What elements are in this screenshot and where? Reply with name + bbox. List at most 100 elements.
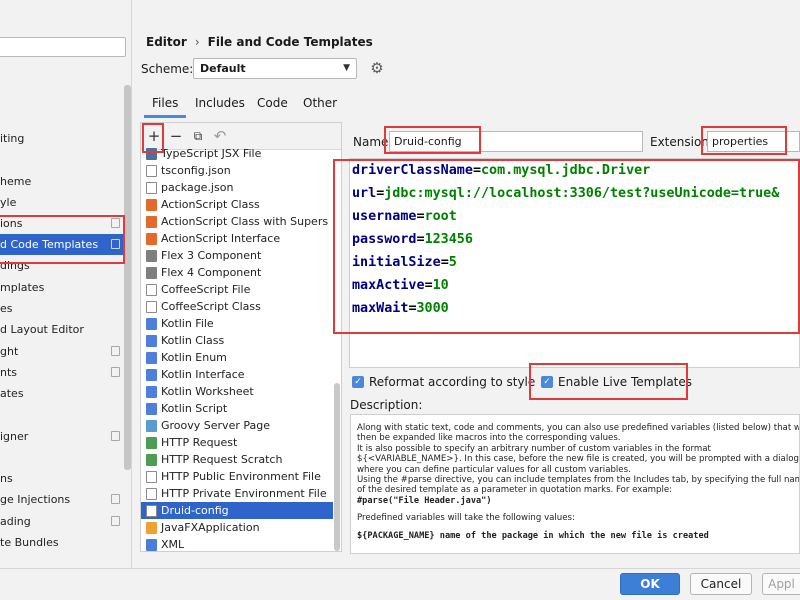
list-item[interactable]: Kotlin Interface	[141, 366, 333, 383]
list-item[interactable]: JavaFXApplication	[141, 519, 333, 536]
list-item-label: tsconfig.json	[161, 164, 231, 177]
tree-item-label: ge Injections	[0, 493, 71, 506]
tab-includes[interactable]: Includes	[187, 92, 253, 118]
http-request-icon	[146, 437, 157, 449]
description-line: then be expanded like macros into the co…	[357, 433, 621, 444]
code-line: maxActive=10	[352, 278, 449, 293]
settings-tree-item[interactable]: d Layout Editor	[0, 319, 124, 340]
list-item-label: ActionScript Interface	[161, 232, 281, 245]
reset-template-button[interactable]: ↶	[211, 127, 229, 145]
settings-tree-item[interactable]: ading	[0, 511, 124, 532]
json-file-icon	[146, 182, 157, 194]
kotlin-icon	[146, 386, 157, 398]
settings-header: Editor › File and Code Templates Scheme: D…	[132, 0, 800, 118]
settings-tree-item[interactable]: ions	[0, 213, 124, 234]
list-item[interactable]: Flex 4 Component	[141, 264, 333, 281]
live-templates-checkbox[interactable]: ✓	[541, 376, 553, 388]
scheme-label: Scheme:	[141, 62, 194, 76]
description-line: Using the #parse directive, you can incl…	[357, 475, 800, 486]
copy-settings-icon	[111, 218, 120, 228]
list-item[interactable]: HTTP Public Environment File	[141, 468, 333, 485]
list-item[interactable]: ActionScript Interface	[141, 230, 333, 247]
settings-tree-item[interactable]: ates	[0, 383, 124, 404]
kotlin-icon	[146, 369, 157, 381]
breadcrumb-editor[interactable]: Editor	[146, 35, 187, 49]
copy-settings-icon	[111, 494, 120, 504]
live-templates-label[interactable]: Enable Live Templates	[558, 375, 692, 389]
http-request-icon	[146, 454, 157, 466]
settings-search-input[interactable]	[0, 37, 126, 57]
chevron-right-icon: ›	[194, 35, 200, 49]
list-item[interactable]: CoffeeScript Class	[141, 298, 333, 315]
list-item-label: ActionScript Class	[161, 198, 260, 211]
javafx-icon	[146, 522, 157, 534]
copy-template-button[interactable]: ⧉	[189, 127, 207, 145]
list-item-label: HTTP Private Environment File	[161, 487, 327, 500]
list-item[interactable]: TypeScript JSX File	[141, 145, 333, 162]
list-item[interactable]: HTTP Request Scratch	[141, 451, 333, 468]
settings-tree-item-file-and-code-templates[interactable]: d Code Templates	[0, 234, 124, 255]
settings-tree-item[interactable]: igner	[0, 426, 124, 447]
settings-tree-item[interactable]: mplates	[0, 277, 124, 298]
list-item-selected[interactable]: Druid-config	[141, 502, 333, 519]
settings-tree-item[interactable]: ns	[0, 468, 124, 489]
list-item-label: HTTP Public Environment File	[161, 470, 321, 483]
tab-code[interactable]: Code	[249, 92, 296, 118]
settings-tree-item[interactable]: ght	[0, 341, 124, 362]
list-item[interactable]: tsconfig.json	[141, 162, 333, 179]
list-item[interactable]: XML	[141, 536, 333, 551]
tree-item-label: es	[0, 302, 13, 315]
list-item[interactable]: Kotlin File	[141, 315, 333, 332]
description-line: of the desired template as a parameter i…	[357, 485, 673, 496]
settings-tree-item[interactable]: yle	[0, 192, 124, 213]
remove-template-button[interactable]: −	[167, 127, 185, 145]
list-item[interactable]: ActionScript Class with Supers	[141, 213, 333, 230]
kotlin-icon	[146, 403, 157, 415]
apply-button[interactable]: Appl	[762, 573, 800, 595]
tree-item-label: iting	[0, 132, 25, 145]
list-item[interactable]: HTTP Private Environment File	[141, 485, 333, 502]
reformat-checkbox[interactable]: ✓	[352, 376, 364, 388]
list-item[interactable]: Kotlin Class	[141, 332, 333, 349]
tab-other[interactable]: Other	[295, 92, 345, 118]
tab-files[interactable]: Files	[144, 92, 187, 118]
add-template-button[interactable]: +	[145, 127, 163, 145]
properties-file-icon	[146, 505, 157, 517]
list-item[interactable]: Kotlin Worksheet	[141, 383, 333, 400]
list-item[interactable]: Kotlin Enum	[141, 349, 333, 366]
list-item[interactable]: package.json	[141, 179, 333, 196]
cancel-button[interactable]: Cancel	[690, 573, 752, 595]
actionscript-icon	[146, 233, 157, 245]
template-name-input[interactable]: Druid-config	[389, 131, 643, 152]
reformat-label[interactable]: Reformat according to style	[369, 375, 535, 389]
list-item[interactable]: Groovy Server Page	[141, 417, 333, 434]
template-code-editor[interactable]: driverClassName=com.mysql.jdbc.Driver ur…	[349, 158, 800, 368]
coffeescript-icon	[146, 301, 157, 313]
list-item[interactable]: ActionScript Class	[141, 196, 333, 213]
tree-item-label: dings	[0, 259, 30, 272]
settings-tree-item[interactable]: dings	[0, 255, 124, 276]
settings-tree-item[interactable]: nts	[0, 362, 124, 383]
settings-tree-item[interactable]: te Bundles	[0, 532, 124, 553]
scheme-select[interactable]: Default ▼	[193, 58, 357, 79]
list-item[interactable]: HTTP Request	[141, 434, 333, 451]
flex-component-icon	[146, 250, 157, 262]
dialog-footer: OK Cancel Appl	[0, 568, 800, 600]
settings-tree-item[interactable]: es	[0, 298, 124, 319]
gear-icon[interactable]: ⚙	[369, 60, 385, 76]
list-item[interactable]: Kotlin Script	[141, 400, 333, 417]
settings-tree-item[interactable]: iting	[0, 128, 124, 149]
templates-list-scrollbar[interactable]	[334, 383, 340, 551]
name-label: Name:	[353, 135, 393, 149]
list-item[interactable]: Flex 3 Component	[141, 247, 333, 264]
description-variable-row: ${PACKAGE_NAME} name of the package in w…	[357, 530, 709, 541]
settings-tree-item[interactable]: heme	[0, 171, 124, 192]
ok-button[interactable]: OK	[620, 573, 680, 595]
settings-tree-item[interactable]: ge Injections	[0, 489, 124, 510]
template-extension-input[interactable]: properties	[707, 131, 800, 152]
list-item-label: Kotlin File	[161, 317, 214, 330]
list-item[interactable]: CoffeeScript File	[141, 281, 333, 298]
description-label: Description:	[350, 398, 423, 412]
settings-tree-scrollbar[interactable]	[124, 85, 131, 470]
tree-item-label: d Code Templates	[0, 238, 99, 251]
